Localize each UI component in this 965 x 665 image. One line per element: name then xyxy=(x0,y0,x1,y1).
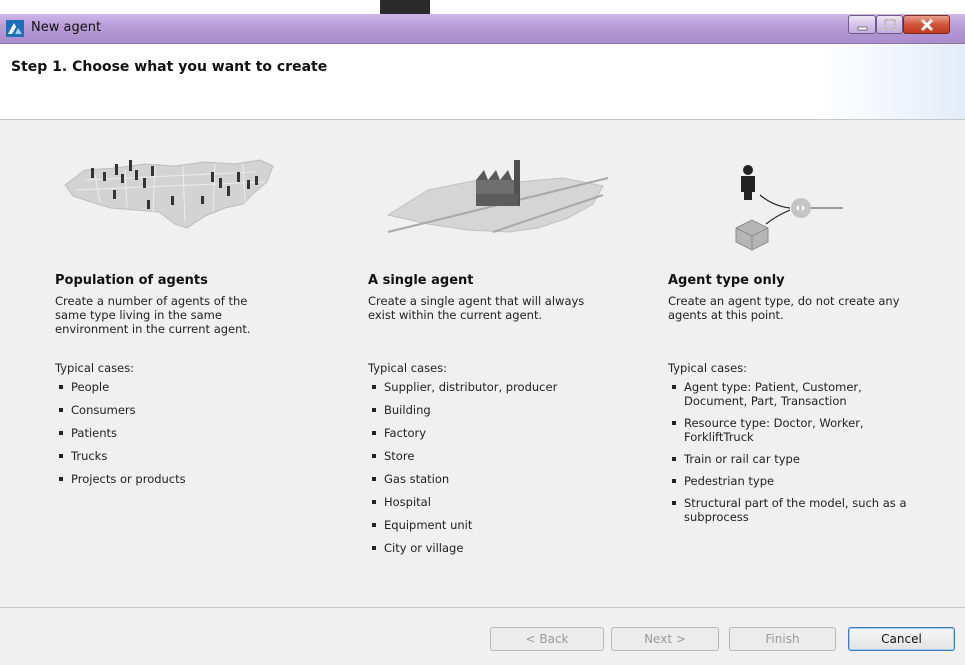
list-item: Agent type: Patient, Customer, Document,… xyxy=(668,380,907,408)
list-item: Resource type: Doctor, Worker, ForkliftT… xyxy=(668,416,907,444)
list-item-text: Patients xyxy=(71,426,118,440)
list-item-text: Structural part of the model, such as a xyxy=(684,496,907,510)
finish-button[interactable]: Finish xyxy=(729,627,836,651)
list-item-text: Store xyxy=(384,449,415,463)
list-item: Gas station xyxy=(368,472,557,486)
window-title: New agent xyxy=(31,20,102,35)
cases-list: Supplier, distributor, producer Building… xyxy=(368,380,557,564)
description-line: agents at this point. xyxy=(668,308,784,322)
list-item: Equipment unit xyxy=(368,518,557,532)
list-item: Factory xyxy=(368,426,557,440)
usa-map-people-icon xyxy=(64,159,274,229)
option-description: Create a number of agents of the same ty… xyxy=(55,294,251,336)
option-description: Create a single agent that will always e… xyxy=(368,294,584,322)
list-item-text: People xyxy=(71,380,110,394)
option-title: A single agent xyxy=(368,273,474,288)
wizard-footer: < Back Next > Finish Cancel xyxy=(0,607,965,665)
cases-list: People Consumers Patients Trucks Project… xyxy=(55,380,186,495)
cases-label: Typical cases: xyxy=(668,361,748,375)
description-line: Create a number of agents of the xyxy=(55,294,248,308)
list-item-text: ForkliftTruck xyxy=(684,430,754,444)
list-item-text: Projects or products xyxy=(71,472,186,486)
options-panel: Population of agents Create a number of … xyxy=(0,120,965,607)
description-line: same type living in the same xyxy=(55,308,222,322)
minimize-icon xyxy=(857,26,868,31)
list-item: Patients xyxy=(55,426,186,440)
list-item-text: Agent type: Patient, Customer, xyxy=(684,380,862,394)
factory-terrain-icon xyxy=(386,160,609,233)
list-item: Structural part of the model, such as a … xyxy=(668,496,907,524)
agent-type-icon xyxy=(735,165,843,251)
list-item: Consumers xyxy=(55,403,186,417)
list-item: Pedestrian type xyxy=(668,474,907,488)
list-item-text: City or village xyxy=(384,541,464,555)
app-logo-icon xyxy=(6,20,24,37)
list-item-text: Building xyxy=(384,403,431,417)
option-title: Population of agents xyxy=(55,273,208,288)
description-line: Create an agent type, do not create any xyxy=(668,294,900,308)
next-button[interactable]: Next > xyxy=(611,627,719,651)
list-item-text: Consumers xyxy=(71,403,136,417)
maximize-icon xyxy=(884,19,896,30)
cases-label: Typical cases: xyxy=(368,361,448,375)
list-item-text: Document, Part, Transaction xyxy=(684,394,847,408)
list-item: Projects or products xyxy=(55,472,186,486)
list-item-text: Trucks xyxy=(71,449,108,463)
close-button[interactable] xyxy=(903,15,950,34)
cases-label: Typical cases: xyxy=(55,361,135,375)
list-item: Train or rail car type xyxy=(668,452,907,466)
list-item-text: Resource type: Doctor, Worker, xyxy=(684,416,864,430)
list-item: People xyxy=(55,380,186,394)
wizard-header: Step 1. Choose what you want to create xyxy=(0,44,965,120)
list-item: City or village xyxy=(368,541,557,555)
description-line: Create a single agent that will always xyxy=(368,294,585,308)
cases-list: Agent type: Patient, Customer, Document,… xyxy=(668,380,907,532)
list-item-text: Hospital xyxy=(384,495,431,509)
option-title: Agent type only xyxy=(668,273,785,288)
description-line: exist within the current agent. xyxy=(368,308,543,322)
close-icon xyxy=(920,18,934,32)
list-item-text: Equipment unit xyxy=(384,518,473,532)
maximize-button[interactable] xyxy=(876,15,903,34)
desktop-strip-dark xyxy=(380,0,430,14)
step-title: Step 1. Choose what you want to create xyxy=(11,59,328,75)
list-item-text: Gas station xyxy=(384,472,450,486)
list-item: Hospital xyxy=(368,495,557,509)
list-item-text: subprocess xyxy=(684,510,749,524)
back-button[interactable]: < Back xyxy=(490,627,604,651)
list-item: Building xyxy=(368,403,557,417)
minimize-button[interactable] xyxy=(848,15,876,34)
cancel-button[interactable]: Cancel xyxy=(848,627,955,651)
list-item-text: Pedestrian type xyxy=(684,474,775,488)
desktop-strip xyxy=(0,0,965,14)
list-item-text: Factory xyxy=(384,426,427,440)
list-item-text: Supplier, distributor, producer xyxy=(384,380,558,394)
list-item: Supplier, distributor, producer xyxy=(368,380,557,394)
option-description: Create an agent type, do not create any … xyxy=(668,294,900,322)
list-item-text: Train or rail car type xyxy=(684,452,800,466)
list-item: Store xyxy=(368,449,557,463)
list-item: Trucks xyxy=(55,449,186,463)
description-line: environment in the current agent. xyxy=(55,322,251,336)
title-bar[interactable]: New agent xyxy=(0,14,965,44)
